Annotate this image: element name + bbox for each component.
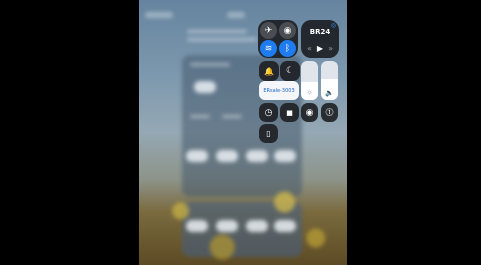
cellular-data-icon: ◉ (283, 25, 292, 36)
hotspot-tile[interactable]: ERsale-3003 (259, 81, 299, 100)
flower-wallpaper (139, 175, 347, 265)
volume-slider[interactable]: 🔈 (321, 61, 338, 100)
screen-record-button[interactable]: ◉ (301, 103, 318, 122)
do-not-disturb-button[interactable]: ☾ (280, 61, 300, 81)
screen-record-icon: ◉ (305, 107, 314, 118)
bluetooth-icon: ᛒ (284, 43, 291, 54)
wifi-icon: ≋ (264, 43, 273, 54)
timer-icon: ◷ (264, 107, 273, 118)
connectivity-panel: ✈ ◉ ≋ ᛒ (258, 20, 298, 58)
camera-button[interactable]: ■ (280, 103, 299, 122)
now-playing-panel[interactable]: ◎ BR24 « ▶ » (301, 20, 339, 58)
airplane-mode-toggle[interactable]: ✈ (260, 22, 277, 39)
now-playing-title: BR24 (309, 28, 331, 36)
airplane-icon: ✈ (264, 25, 273, 36)
timer-button[interactable]: ◷ (259, 103, 278, 122)
cellular-data-toggle[interactable]: ◉ (279, 22, 296, 39)
brightness-icon: ☼ (306, 89, 313, 97)
brightness-slider[interactable]: ☼ (301, 61, 318, 100)
accessibility-button[interactable]: ⓵ (321, 103, 338, 122)
bluetooth-toggle[interactable]: ᛒ (279, 40, 296, 57)
rewind-icon[interactable]: « (307, 44, 312, 53)
silent-mode-button[interactable]: 🔔 (259, 61, 279, 81)
wifi-toggle[interactable]: ≋ (260, 40, 277, 57)
bell-icon: 🔔 (264, 66, 274, 76)
moon-icon: ☾ (285, 66, 295, 76)
remote-button[interactable]: ▯ (259, 124, 278, 143)
volume-icon: 🔈 (325, 89, 334, 97)
hotspot-label: ERsale-3003 (263, 87, 295, 94)
play-icon[interactable]: ▶ (317, 44, 323, 53)
forward-icon[interactable]: » (328, 44, 333, 53)
camera-icon: ■ (286, 108, 293, 117)
accessibility-icon: ⓵ (325, 108, 334, 117)
remote-icon: ▯ (266, 129, 271, 138)
